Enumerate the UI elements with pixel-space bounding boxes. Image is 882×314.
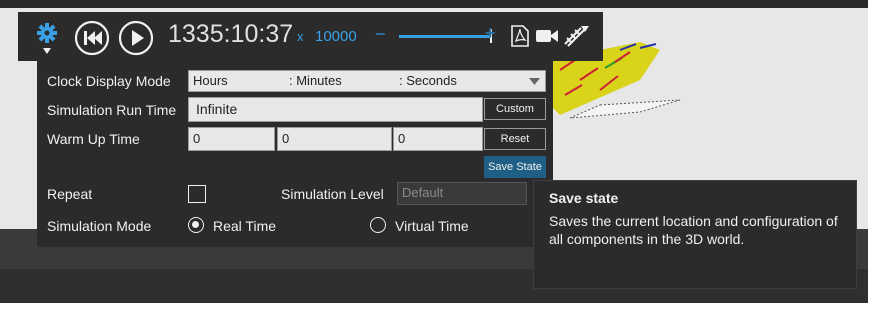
video-camera-icon[interactable] [536,29,558,43]
real-time-label[interactable]: Real Time [213,218,276,234]
rewind-button[interactable] [74,20,110,56]
warm-up-time-label: Warm Up Time [47,131,140,147]
speed-slider-fill [399,35,492,38]
clock-display-mode-select[interactable]: Hours : Minutes : Seconds [188,70,546,92]
pdf-icon[interactable] [511,25,529,47]
speed-slider-track[interactable] [399,29,493,43]
real-time-radio[interactable] [188,217,204,233]
speed-multiplier-symbol: x [297,29,304,44]
tooltip-body: Saves the current location and configura… [549,213,838,247]
clock-hours-option: Hours [193,73,228,88]
play-button[interactable] [118,20,154,56]
warm-up-minutes-input[interactable]: 0 [277,127,392,151]
virtual-time-label[interactable]: Virtual Time [395,218,469,234]
speed-decrease-button[interactable]: − [375,24,386,45]
simulation-clock: 1335:10:37 [168,20,294,48]
speed-increase-button[interactable]: + [485,23,496,44]
simulation-mode-label: Simulation Mode [47,218,152,234]
simulation-level-select[interactable]: Default [397,182,527,205]
warm-up-hours-input[interactable]: 0 [188,127,275,151]
dropdown-arrow-icon [529,78,540,85]
repeat-checkbox[interactable] [188,185,206,203]
clock-minutes-option: : Minutes [289,73,342,88]
simulation-run-time-label: Simulation Run Time [47,102,177,118]
simulation-run-time-input[interactable]: Infinite [188,97,483,122]
reset-button[interactable]: Reset [484,128,546,150]
virtual-time-radio[interactable] [370,217,386,233]
simulation-toolbar: 1335:10:37 x 10000 − + [18,12,603,61]
simulation-level-label: Simulation Level [281,186,384,202]
tooltip-title: Save state [549,190,619,206]
chevron-down-icon[interactable] [43,48,51,54]
save-state-button[interactable]: Save State [484,156,546,178]
speed-value: 10000 [315,28,357,45]
repeat-label: Repeat [47,186,93,202]
conveyor-icon[interactable] [563,24,589,48]
simulation-settings-panel: Clock Display Mode Hours : Minutes : Sec… [37,61,553,247]
custom-button[interactable]: Custom [484,98,546,120]
clock-seconds-option: : Seconds [399,73,457,88]
window-edge [868,0,882,314]
clock-display-mode-label: Clock Display Mode [47,73,171,89]
gear-icon[interactable] [36,22,58,44]
warm-up-seconds-input[interactable]: 0 [393,127,483,151]
save-state-tooltip: Save state Saves the current location an… [533,180,857,289]
